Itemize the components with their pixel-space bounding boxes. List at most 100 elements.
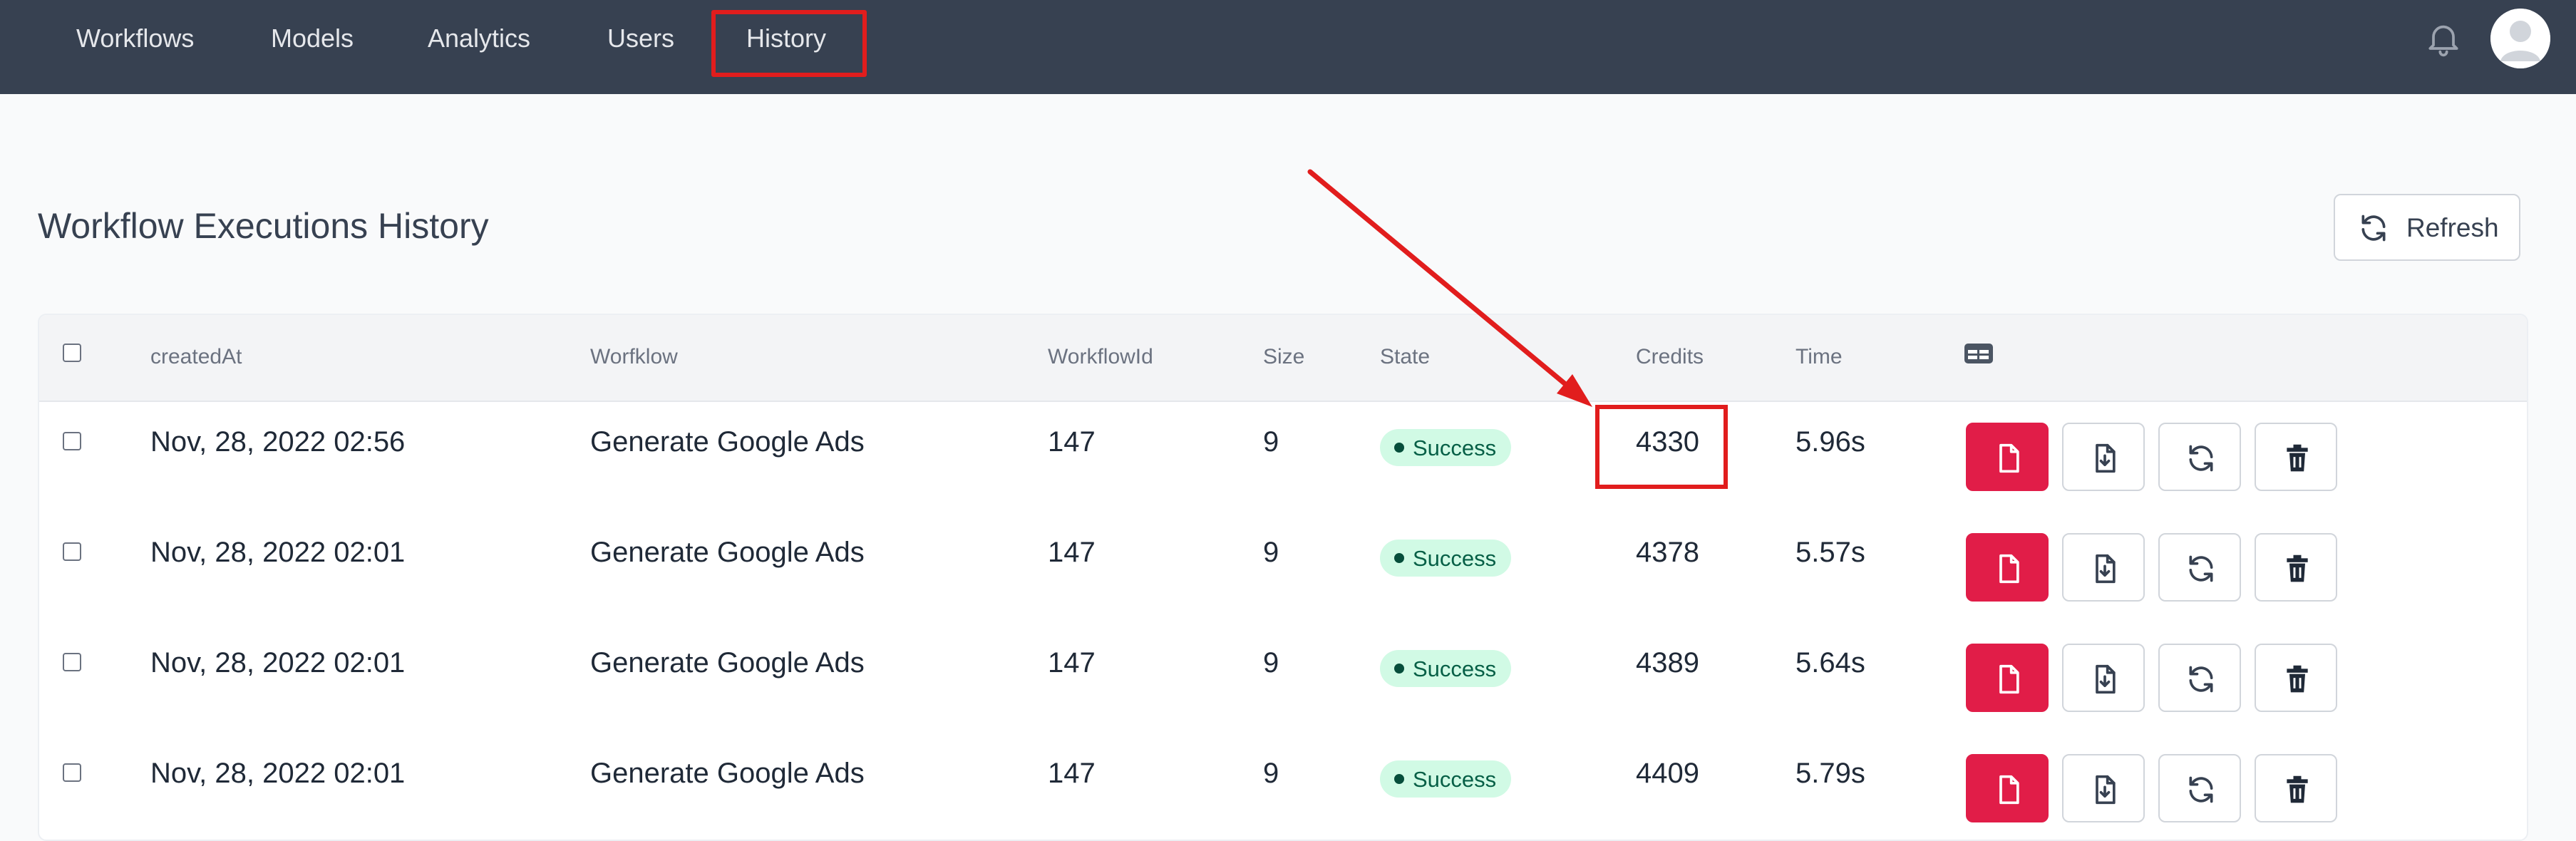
row-checkbox[interactable] (63, 653, 81, 671)
row-checkbox[interactable] (63, 432, 81, 450)
view-result-button[interactable] (1966, 754, 2049, 822)
status-badge: Success (1380, 429, 1511, 466)
bell-icon[interactable] (2423, 19, 2463, 58)
credits-annotation-box (1595, 405, 1728, 489)
executions-table: createdAt Worfklow WorkflowId Size State… (38, 314, 2528, 841)
status-badge-label: Success (1413, 435, 1497, 460)
download-button[interactable] (2062, 423, 2145, 491)
rerun-icon (2189, 666, 2213, 693)
cell-workflow-id: 147 (1048, 537, 1096, 568)
rerun-button[interactable] (2158, 423, 2241, 491)
rerun-button[interactable] (2158, 533, 2241, 602)
table-row[interactable]: Nov, 28, 2022 02:01 Generate Google Ads … (39, 511, 2527, 621)
rerun-button[interactable] (2158, 754, 2241, 822)
status-dot (1394, 774, 1404, 784)
cell-workflow: Generate Google Ads (590, 758, 865, 789)
avatar[interactable] (2490, 9, 2550, 68)
cell-size: 9 (1263, 537, 1279, 568)
columns-icon[interactable] (1964, 342, 1994, 365)
rerun-icon (2189, 555, 2213, 582)
cell-created-at: Nov, 28, 2022 02:01 (150, 537, 406, 568)
download-button[interactable] (2062, 533, 2145, 602)
history-tab-annotation-box (711, 10, 867, 77)
table-row[interactable]: Nov, 28, 2022 02:01 Generate Google Ads … (39, 621, 2527, 732)
status-dot (1394, 664, 1404, 674)
user-icon (2490, 9, 2550, 68)
cell-created-at: Nov, 28, 2022 02:01 (150, 647, 406, 679)
status-badge-label: Success (1413, 546, 1497, 571)
cell-size: 9 (1263, 426, 1279, 458)
column-header-time[interactable]: Time (1796, 345, 1843, 369)
download-button[interactable] (2062, 754, 2145, 822)
nav-item-models[interactable]: Models (271, 21, 354, 56)
refresh-icon (2361, 215, 2386, 242)
rerun-icon (2189, 776, 2213, 803)
refresh-button-label: Refresh (2406, 213, 2499, 242)
trash-icon (2287, 775, 2308, 803)
download-button[interactable] (2062, 644, 2145, 712)
delete-button[interactable] (2255, 423, 2337, 491)
column-header-created-at[interactable]: createdAt (150, 345, 242, 369)
cell-workflow: Generate Google Ads (590, 426, 865, 458)
status-badge-label: Success (1413, 767, 1497, 792)
view-result-button[interactable] (1966, 644, 2049, 712)
status-badge-label: Success (1413, 656, 1497, 681)
cell-credits: 4378 (1636, 537, 1699, 568)
file-icon (1999, 664, 2019, 694)
cell-created-at: Nov, 28, 2022 02:56 (150, 426, 406, 458)
rerun-button[interactable] (2158, 644, 2241, 712)
top-navbar: Workflows Models Analytics Users History (0, 0, 2576, 94)
delete-button[interactable] (2255, 644, 2337, 712)
cell-workflow-id: 147 (1048, 758, 1096, 789)
trash-icon (2287, 554, 2308, 582)
file-icon (1999, 775, 2019, 805)
table-row[interactable]: Nov, 28, 2022 02:56 Generate Google Ads … (39, 401, 2527, 511)
delete-button[interactable] (2255, 533, 2337, 602)
rerun-icon (2189, 445, 2213, 472)
table-header: createdAt Worfklow WorkflowId Size State… (39, 315, 2527, 402)
download-file-icon (2096, 775, 2116, 805)
page-title: Workflow Executions History (38, 206, 489, 246)
column-header-credits[interactable]: Credits (1636, 345, 1704, 369)
download-file-icon (2096, 664, 2116, 694)
cell-credits: 4389 (1636, 647, 1699, 679)
cell-workflow-id: 147 (1048, 647, 1096, 679)
cell-created-at: Nov, 28, 2022 02:01 (150, 758, 406, 789)
cell-time: 5.96s (1796, 426, 1865, 458)
row-checkbox[interactable] (63, 542, 81, 561)
table-row[interactable]: Nov, 28, 2022 02:01 Generate Google Ads … (39, 732, 2527, 840)
file-icon (1999, 443, 2019, 473)
cell-size: 9 (1263, 647, 1279, 679)
trash-icon (2287, 444, 2308, 472)
cell-time: 5.64s (1796, 647, 1865, 679)
status-dot (1394, 443, 1404, 453)
column-header-state[interactable]: State (1380, 345, 1430, 369)
trash-icon (2287, 665, 2308, 693)
download-file-icon (2096, 443, 2116, 473)
row-checkbox[interactable] (63, 763, 81, 782)
view-result-button[interactable] (1966, 533, 2049, 602)
cell-workflow-id: 147 (1048, 426, 1096, 458)
nav-item-workflows[interactable]: Workflows (76, 21, 194, 56)
nav-item-users[interactable]: Users (607, 21, 674, 56)
status-badge: Success (1380, 650, 1511, 687)
status-badge: Success (1380, 540, 1511, 577)
refresh-button[interactable]: Refresh (2334, 194, 2520, 261)
cell-workflow: Generate Google Ads (590, 537, 865, 568)
cell-time: 5.79s (1796, 758, 1865, 789)
nav-item-analytics[interactable]: Analytics (428, 21, 530, 56)
cell-workflow: Generate Google Ads (590, 647, 865, 679)
column-header-workflow-id[interactable]: WorkflowId (1048, 345, 1153, 369)
cell-credits: 4409 (1636, 758, 1699, 789)
view-result-button[interactable] (1966, 423, 2049, 491)
select-all-checkbox[interactable] (63, 344, 81, 362)
column-header-size[interactable]: Size (1263, 345, 1304, 369)
file-icon (1999, 554, 2019, 584)
status-badge: Success (1380, 760, 1511, 798)
status-dot (1394, 553, 1404, 563)
cell-size: 9 (1263, 758, 1279, 789)
cell-time: 5.57s (1796, 537, 1865, 568)
column-header-workflow[interactable]: Worfklow (590, 345, 678, 369)
delete-button[interactable] (2255, 754, 2337, 822)
download-file-icon (2096, 554, 2116, 584)
